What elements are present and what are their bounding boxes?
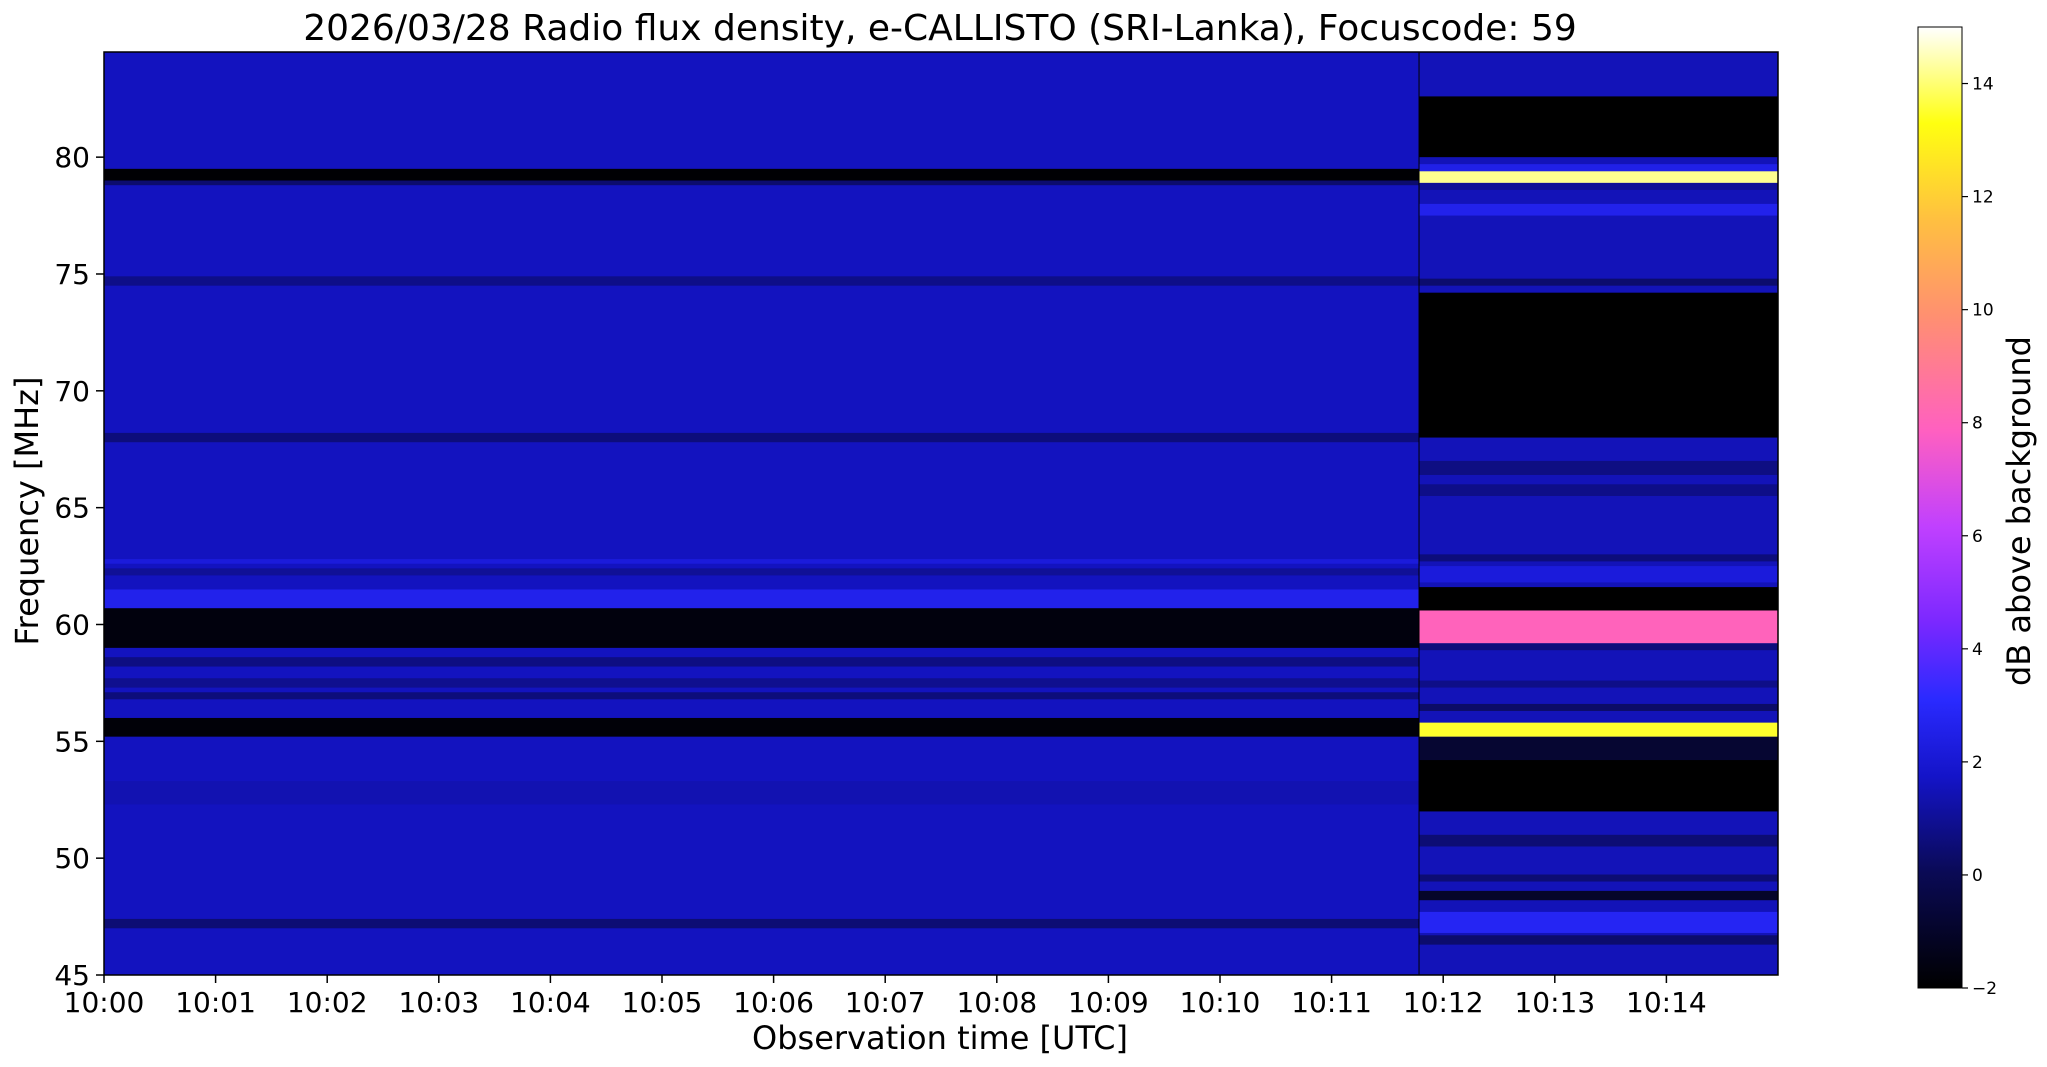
y-tick-label: 55 <box>54 725 90 758</box>
x-tick-label: 10:09 <box>1068 986 1149 1019</box>
heatmap-band-2-7 <box>1419 736 1778 761</box>
heatmap-band-1-12 <box>104 276 1420 286</box>
x-tick-label: 10:07 <box>845 986 926 1019</box>
heatmap-band-2-13 <box>1419 587 1778 611</box>
heatmap-band-1-11 <box>104 432 1420 443</box>
heatmap-band-2-8 <box>1419 722 1778 737</box>
spectrogram-chart: 2026/03/28 Radio flux density, e-CALLIST… <box>8 8 2038 1057</box>
heatmap-band-1-3 <box>104 717 1420 737</box>
x-tick-label: 10:01 <box>175 986 256 1019</box>
y-tick-label: 80 <box>54 141 90 174</box>
chart-title: 2026/03/28 Radio flux density, e-CALLIST… <box>303 8 1577 49</box>
heatmap-band-2-17 <box>1419 460 1778 475</box>
heatmap-band-2-11 <box>1419 643 1778 651</box>
heatmap-band-1-6 <box>104 657 1420 667</box>
x-axis: 10:00 10:01 10:02 10:03 10:04 10:05 10:06 10:07… <box>64 975 1707 1019</box>
y-axis-label: Frequency [MHz] <box>8 377 46 646</box>
colorbar-tick-label: 14 <box>1972 75 1994 95</box>
colorbar-label: dB above background <box>2000 336 2038 686</box>
heatmap-segment-1 <box>104 52 1420 975</box>
colorbar-tick-label: 4 <box>1972 640 1983 660</box>
heatmap-band-1-8 <box>104 589 1420 609</box>
heatmap-band-1-14 <box>104 168 1420 181</box>
heatmap-band-2-2 <box>1419 911 1778 933</box>
heatmap-plot-area <box>104 52 1778 975</box>
x-tick-label: 10:13 <box>1514 986 1595 1019</box>
heatmap-band-2-24 <box>1419 96 1778 158</box>
heatmap-band-1-5 <box>104 678 1420 688</box>
heatmap-band-2-22 <box>1419 171 1778 183</box>
colorbar <box>1917 26 1963 989</box>
colorbar-tick-label: 12 <box>1972 188 1994 208</box>
x-tick-label: 10:05 <box>622 986 703 1019</box>
heatmap-band-2-3 <box>1419 890 1778 901</box>
heatmap-band-2-9 <box>1419 703 1778 711</box>
heatmap-band-1-4 <box>104 692 1420 700</box>
x-tick-label: 10:11 <box>1291 986 1372 1019</box>
y-tick-label: 50 <box>54 842 90 875</box>
heatmap-band-1-1 <box>104 918 1420 929</box>
heatmap-band-1-10 <box>104 559 1420 564</box>
y-axis: 45 50 55 60 65 70 75 80 <box>54 141 104 992</box>
heatmap-band-2-12 <box>1419 610 1778 644</box>
heatmap-band-1-7 <box>104 608 1420 648</box>
heatmap-band-2-19 <box>1419 278 1778 286</box>
colorbar-tick-label: 0 <box>1972 866 1983 886</box>
colorbar-tick-label: −2 <box>1972 979 1997 999</box>
heatmap-band-2-20 <box>1419 203 1778 216</box>
y-tick-label: 60 <box>54 608 90 641</box>
x-tick-label: 10:10 <box>1180 986 1261 1019</box>
x-tick-label: 10:14 <box>1626 986 1707 1019</box>
heatmap-band-2-18 <box>1419 292 1778 438</box>
colorbar-tick-label: 2 <box>1972 753 1983 773</box>
heatmap-band-2-15 <box>1419 554 1778 562</box>
x-tick-label: 10:03 <box>398 986 479 1019</box>
x-axis-label: Observation time [UTC] <box>752 1019 1128 1057</box>
heatmap-band-2-16 <box>1419 484 1778 496</box>
heatmap-band-2-1 <box>1419 935 1778 945</box>
heatmap-band-2-4 <box>1419 874 1778 882</box>
y-tick-label: 75 <box>54 258 90 291</box>
heatmap-band-2-14 <box>1419 566 1778 583</box>
heatmap-band-2-6 <box>1419 760 1778 812</box>
heatmap-band-1-9 <box>104 568 1420 576</box>
colorbar-tick-label: 6 <box>1972 527 1983 547</box>
heatmap-band-2-23 <box>1419 164 1778 172</box>
x-tick-label: 10:06 <box>733 986 814 1019</box>
heatmap-band-2-21 <box>1419 182 1778 190</box>
y-tick-label: 70 <box>54 375 90 408</box>
x-tick-label: 10:08 <box>956 986 1037 1019</box>
colorbar-axis: −2 0 2 4 6 8 10 12 14 <box>1962 75 1997 999</box>
heatmap-band-2-10 <box>1419 680 1778 688</box>
heatmap-band-1-13 <box>104 180 1420 186</box>
x-tick-label: 10:02 <box>287 986 368 1019</box>
y-tick-label: 45 <box>54 959 90 992</box>
colorbar-tick-label: 8 <box>1972 414 1983 434</box>
x-tick-label: 10:04 <box>510 986 591 1019</box>
colorbar-tick-label: 10 <box>1972 301 1994 321</box>
heatmap-band-2-5 <box>1419 834 1778 847</box>
y-tick-label: 65 <box>54 492 90 525</box>
heatmap-band-1-2 <box>104 781 1420 805</box>
x-tick-label: 10:12 <box>1403 986 1484 1019</box>
